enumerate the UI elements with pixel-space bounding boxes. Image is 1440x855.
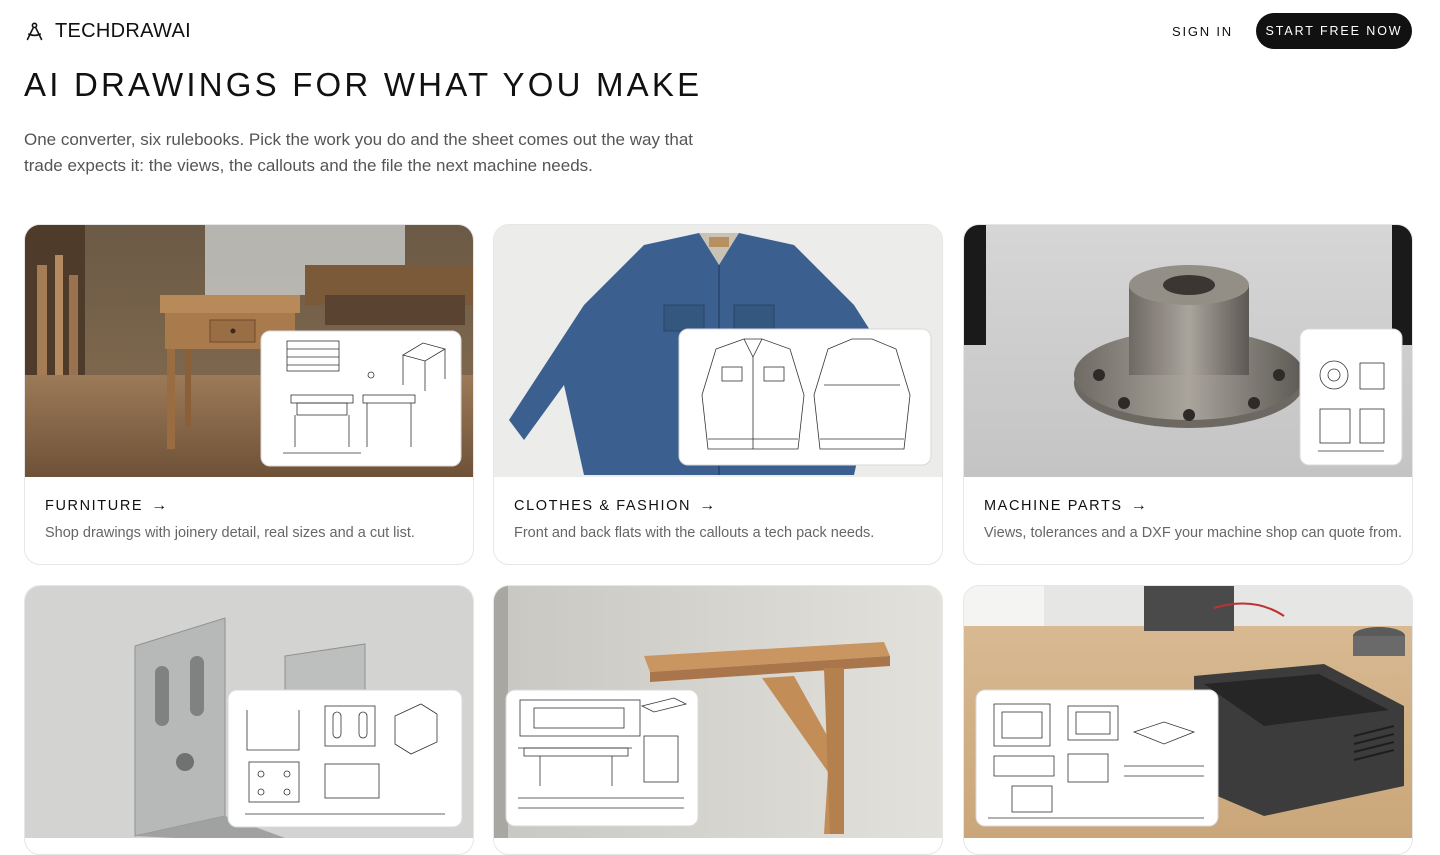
category-card-sheet-metal[interactable]	[24, 585, 474, 855]
wooden-shelf-photo-image	[494, 586, 942, 838]
start-free-button[interactable]: START FREE NOW	[1256, 13, 1412, 49]
card-description: Shop drawings with joinery detail, real …	[45, 525, 415, 541]
page-title: AI DRAWINGS FOR WHAT YOU MAKE	[24, 66, 703, 103]
card-title: FURNITURE →	[45, 497, 167, 515]
sign-in-link[interactable]: SIGN IN	[1172, 20, 1233, 42]
category-card-woodworking[interactable]	[493, 585, 943, 855]
flange-part-photo-image	[964, 225, 1412, 477]
card-description: Front and back flats with the callouts a…	[514, 525, 875, 541]
page-intro: One converter, six rulebooks. Pick the w…	[24, 130, 694, 175]
card-title-text: CLOTHES & FASHION	[514, 498, 692, 514]
furniture-photo-image	[25, 225, 473, 477]
arrow-right-icon: →	[151, 497, 168, 514]
card-title: MACHINE PARTS →	[984, 497, 1147, 515]
brand-logo[interactable]: TECHDRAWAI	[24, 18, 191, 44]
denim-jacket-photo-image	[494, 225, 942, 477]
brand-name: TECHDRAWAI	[55, 19, 191, 42]
category-card-clothes-fashion[interactable]: CLOTHES & FASHION → Front and back flats…	[493, 224, 943, 565]
printed-enclosure-photo-image	[964, 586, 1412, 838]
category-card-3d-printing[interactable]	[963, 585, 1413, 855]
category-card-furniture[interactable]: FURNITURE → Shop drawings with joinery d…	[24, 224, 474, 565]
arrow-right-icon: →	[699, 497, 716, 514]
arrow-right-icon: →	[1130, 497, 1147, 514]
category-card-machine-parts[interactable]: MACHINE PARTS → Views, tolerances and a …	[963, 224, 1413, 565]
compass-icon	[26, 21, 43, 40]
metal-bracket-photo-image	[25, 586, 473, 838]
card-description: Views, tolerances and a DXF your machine…	[984, 525, 1403, 541]
card-title-text: MACHINE PARTS	[984, 498, 1123, 514]
card-title: CLOTHES & FASHION →	[514, 497, 715, 515]
card-title-text: FURNITURE	[45, 498, 144, 514]
top-nav: TECHDRAWAI SIGN IN START FREE NOW	[0, 0, 1440, 62]
